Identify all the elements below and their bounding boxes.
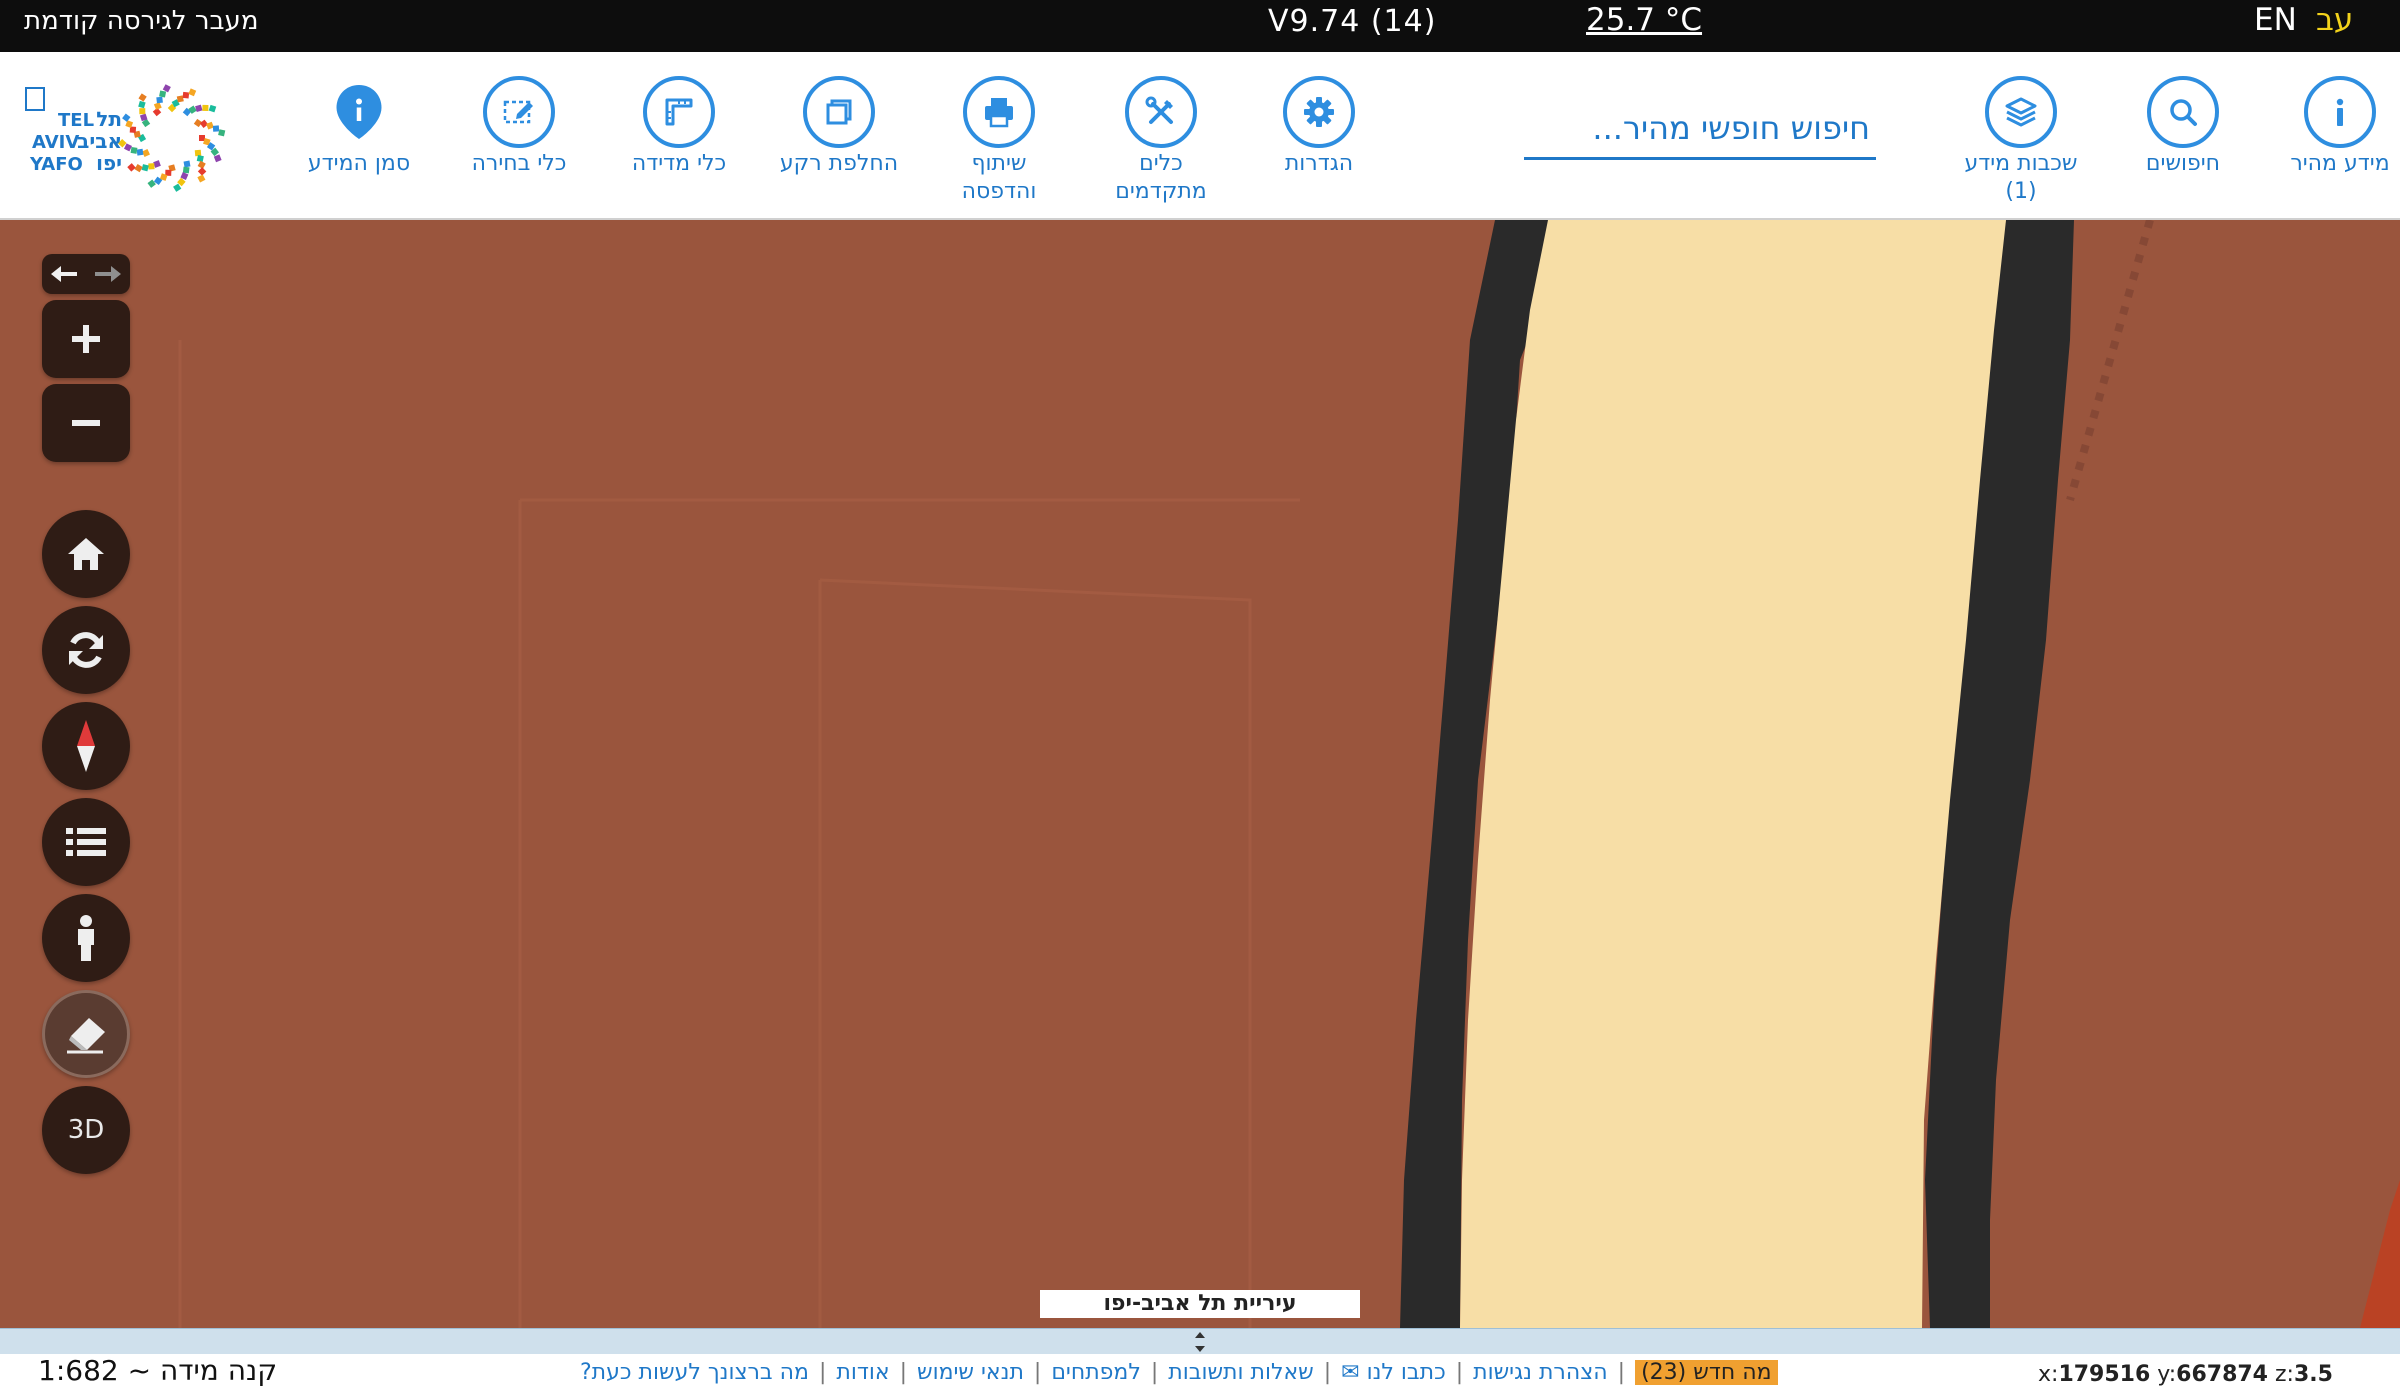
version-label: V9.74 (14) xyxy=(1268,4,1437,39)
previous-version-link[interactable]: מעבר לגירסה קודמת xyxy=(24,6,258,36)
main-toolbar: TEL AVIV YAFO תל אביב יפו מידע מהיר חיפו… xyxy=(0,52,2400,220)
plus-icon xyxy=(72,325,100,353)
footer-link-about[interactable]: אודות xyxy=(836,1360,889,1385)
footer-link-terms[interactable]: תנאי שימוש xyxy=(917,1360,1024,1385)
eraser-icon xyxy=(67,1018,105,1054)
map-canvas[interactable]: 3D xyxy=(0,220,2400,1328)
parcel-lines xyxy=(178,340,1300,1328)
advanced-tools-button[interactable]: כלים מתקדמים xyxy=(1076,76,1246,206)
top-bar: מעבר לגירסה קודמת V9.74 (14) 25.7 °C EN … xyxy=(0,0,2400,52)
tel-aviv-logo[interactable]: TEL AVIV YAFO תל אביב יפו xyxy=(22,76,252,200)
layers-button[interactable]: שכבות מידע (1) xyxy=(1936,76,2106,206)
back-arrow-icon[interactable] xyxy=(49,264,79,284)
logo-graphic: TEL AVIV YAFO תל אביב יפו xyxy=(25,84,226,192)
gear-icon xyxy=(1283,76,1355,148)
footer-links: מה ברצונך לעשות כעת? | אודות | תנאי שימו… xyxy=(580,1356,1820,1388)
footer-link-what-to-do[interactable]: מה ברצונך לעשות כעת? xyxy=(580,1360,809,1385)
person-icon xyxy=(78,915,94,961)
select-tools-label: כלי בחירה xyxy=(471,151,567,176)
home-button[interactable] xyxy=(42,510,130,598)
mark-info-button[interactable]: סמן המידע xyxy=(274,76,444,178)
basemap-icon xyxy=(803,76,875,148)
share-print-button[interactable]: שיתוף והדפסה xyxy=(914,76,1084,206)
emblem-icon xyxy=(25,87,45,111)
quick-info-button[interactable]: מידע מהיר xyxy=(2255,76,2400,178)
expand-collapse-icon[interactable] xyxy=(1190,1329,1210,1355)
list-icon xyxy=(66,828,106,856)
scale-label: קנה מידה ~ 1:682 xyxy=(38,1354,278,1387)
street-view-button[interactable] xyxy=(42,894,130,982)
minus-icon xyxy=(72,420,100,426)
3d-label: 3D xyxy=(67,1115,105,1145)
change-basemap-button[interactable]: החלפת רקע xyxy=(754,76,924,178)
language-english-button[interactable]: EN xyxy=(2254,2,2297,38)
searches-button[interactable]: חיפושים xyxy=(2098,76,2268,178)
map-attribution-label: עיריית תל אביב-יפו xyxy=(1040,1290,1360,1318)
coord-z: 3.5 xyxy=(2293,1362,2333,1387)
svg-text:YAFO: YAFO xyxy=(29,154,83,175)
coordinates-readout: x:179516 y:667874 z:3.5 xyxy=(2038,1362,2333,1387)
ruler-icon xyxy=(643,76,715,148)
measure-tools-button[interactable]: כלי מדידה xyxy=(594,76,764,178)
footer-link-contact[interactable]: כתבו לנו ✉ xyxy=(1341,1360,1446,1385)
forward-arrow-icon[interactable] xyxy=(93,264,123,284)
zoom-in-button[interactable] xyxy=(42,300,130,378)
select-icon xyxy=(483,76,555,148)
whats-new-badge[interactable]: מה חדש (23) xyxy=(1635,1359,1778,1385)
info-icon xyxy=(2304,76,2376,148)
compass-button[interactable] xyxy=(42,702,130,790)
panel-splitter[interactable] xyxy=(0,1328,2400,1354)
searches-label: חיפושים xyxy=(2145,151,2221,176)
layers-icon xyxy=(1985,76,2057,148)
coord-x: 179516 xyxy=(2058,1362,2151,1387)
quick-search-field[interactable] xyxy=(1524,98,1876,160)
pin-icon xyxy=(323,76,395,148)
sun-burst-icon xyxy=(118,84,226,192)
map-feature xyxy=(2360,1180,2400,1328)
select-tools-button[interactable]: כלי בחירה xyxy=(434,76,604,178)
quick-search-input[interactable] xyxy=(1524,98,1876,157)
printer-icon xyxy=(963,76,1035,148)
3d-view-button[interactable]: 3D xyxy=(42,1086,130,1174)
map-layer xyxy=(178,220,2400,1328)
svg-text:תל: תל xyxy=(96,107,122,131)
language-hebrew-button[interactable]: עב xyxy=(2316,2,2353,38)
history-nav xyxy=(42,254,130,294)
svg-text:TEL: TEL xyxy=(58,110,94,131)
refresh-button[interactable] xyxy=(42,606,130,694)
quick-info-label: מידע מהיר xyxy=(2290,151,2390,176)
home-icon xyxy=(68,538,104,570)
footer-link-faq[interactable]: שאלות ותשובות xyxy=(1168,1360,1313,1385)
mark-info-label: סמן המידע xyxy=(307,151,411,176)
measure-tools-label: כלי מדידה xyxy=(631,151,727,176)
share-print-label: שיתוף והדפסה xyxy=(961,151,1037,204)
road-surface xyxy=(1460,220,2006,1328)
layers-label: שכבות מידע (1) xyxy=(1964,151,2078,204)
svg-text:יפו: יפו xyxy=(96,151,122,175)
svg-text:אביב: אביב xyxy=(77,129,122,153)
parcel-edge-pixels xyxy=(2066,220,2154,502)
temperature-link[interactable]: 25.7 °C xyxy=(1586,2,1702,38)
refresh-icon xyxy=(69,632,103,668)
settings-label: הגדרות xyxy=(1284,151,1354,176)
clear-button[interactable] xyxy=(42,990,130,1078)
footer-link-accessibility[interactable]: הצהרת נגישות xyxy=(1473,1360,1608,1385)
legend-button[interactable] xyxy=(42,798,130,886)
footer-link-developers[interactable]: למפתחים xyxy=(1051,1360,1141,1385)
coord-y: 667874 xyxy=(2176,1362,2268,1387)
tools-icon xyxy=(1125,76,1197,148)
settings-button[interactable]: הגדרות xyxy=(1234,76,1404,178)
zoom-out-button[interactable] xyxy=(42,384,130,462)
bottom-bar: קנה מידה ~ 1:682 מה ברצונך לעשות כעת? | … xyxy=(0,1354,2400,1392)
svg-text:AVIV: AVIV xyxy=(32,132,79,153)
change-basemap-label: החלפת רקע xyxy=(779,151,899,176)
search-icon xyxy=(2147,76,2219,148)
compass-icon xyxy=(77,720,95,772)
advanced-tools-label: כלים מתקדמים xyxy=(1115,151,1207,204)
